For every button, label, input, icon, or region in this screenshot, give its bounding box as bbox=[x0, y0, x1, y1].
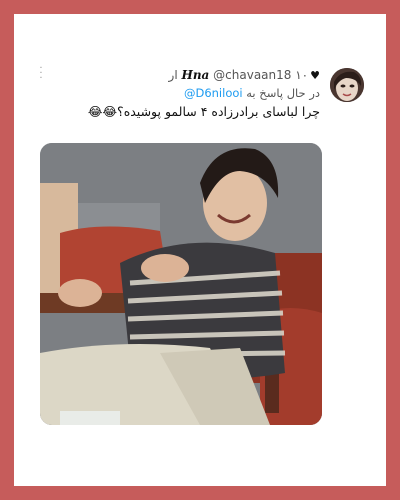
author-name[interactable]: Hna bbox=[181, 68, 209, 82]
tweet-header: ♥Hna @chavaan18 ۱۰ ار bbox=[169, 68, 320, 83]
tweet-media-image[interactable] bbox=[40, 143, 322, 425]
more-vertical-icon[interactable]: · · · bbox=[36, 64, 46, 84]
tweet-text: چرا لباسای برادرزاده ۴ سالمو پوشیده؟😂😂 bbox=[87, 104, 320, 119]
author-avatar[interactable] bbox=[330, 68, 364, 102]
reply-mention-link[interactable]: @D6nilooi bbox=[184, 86, 243, 100]
reply-prefix: در حال پاسخ به bbox=[246, 86, 320, 100]
author-handle[interactable]: @chavaan18 bbox=[213, 68, 291, 82]
avatar-image bbox=[330, 68, 364, 102]
heart-icon: ♥ bbox=[310, 69, 320, 82]
reply-context: در حال پاسخ به @D6nilooi bbox=[184, 86, 320, 100]
media-photo bbox=[40, 143, 322, 425]
